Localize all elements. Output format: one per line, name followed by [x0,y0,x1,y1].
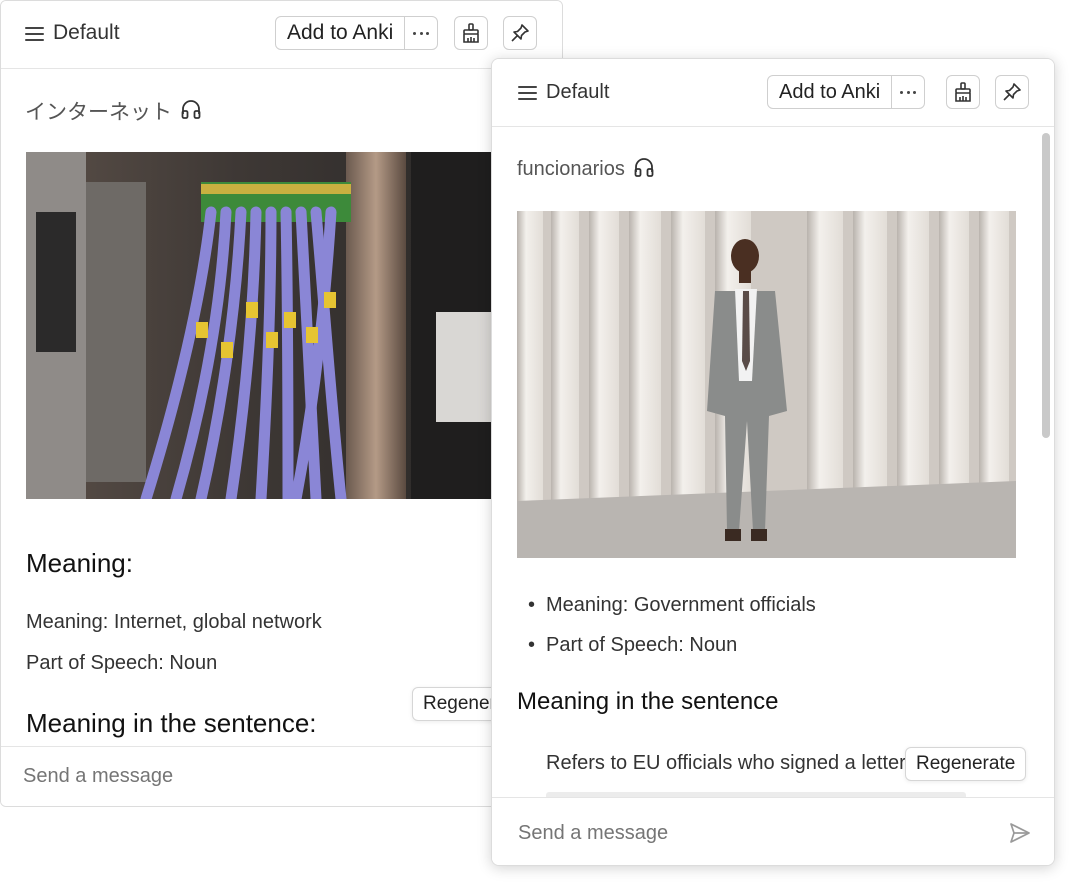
part-of-speech-line: Part of Speech: Noun [26,652,218,674]
front-popup-window: Default Add to Anki funcionarios • Meani… [491,58,1055,866]
clear-button[interactable] [454,16,488,50]
message-input[interactable] [23,765,423,788]
popup-header: Default Add to Anki [492,59,1054,127]
deck-label: Default [53,21,120,44]
send-icon [1010,823,1030,843]
deck-selector[interactable]: Default [518,78,609,106]
bullet-meaning: Meaning: Government officials [528,594,816,617]
pin-button[interactable] [995,75,1029,109]
headphones-icon [181,99,201,119]
pronounce-button[interactable] [180,98,202,125]
message-bar [1,746,562,806]
deck-selector[interactable]: Default [25,19,120,47]
popup-header: Default Add to Anki [1,1,562,69]
clear-button[interactable] [946,75,980,109]
send-button[interactable] [1008,821,1032,850]
content-scrollbar[interactable] [1042,133,1050,438]
add-to-anki-button[interactable]: Add to Anki [276,17,406,49]
sentence-heading: Meaning in the sentence: [26,708,317,738]
add-to-anki-button[interactable]: Add to Anki [768,76,893,108]
word-image-businessman [517,211,1016,558]
broom-icon [955,82,971,102]
headphones-icon [634,158,654,177]
broom-icon [463,23,479,43]
meaning-heading: Meaning: [26,548,133,578]
popup-content: funcionarios • Meaning: Government offic… [492,128,1054,797]
bullet-part-of-speech: Part of Speech: Noun [528,634,737,657]
sentence-heading: Meaning in the sentence [517,688,779,715]
regenerate-button[interactable]: Regenerate [905,747,1027,781]
word-text: funcionarios [517,158,625,180]
bullet-sentence-meaning: Refers to EU officials who signed a lett… [546,752,906,775]
add-to-anki-group: Add to Anki [767,75,926,109]
more-options-button[interactable] [405,17,437,49]
word-row: funcionarios [517,156,655,183]
pin-icon [511,24,529,42]
more-options-button[interactable] [892,76,924,108]
meaning-line: Meaning: Internet, global network [26,611,322,633]
pin-icon [1003,83,1021,101]
message-bar [492,797,1054,865]
word-image-network-cables [26,152,496,499]
deck-label: Default [546,80,610,103]
popup-content: インターネット Meaning: Meaning: Internet, glob… [1,70,562,746]
back-popup-window: Default Add to Anki インターネット Meaning: Mea… [0,0,563,807]
add-to-anki-group: Add to Anki [275,16,439,50]
menu-icon [518,84,538,100]
word-row: インターネット [25,96,202,126]
pin-button[interactable] [503,16,537,50]
message-input[interactable] [518,822,918,845]
menu-icon [25,25,45,41]
pronounce-button[interactable] [633,156,655,183]
word-text: インターネット [25,101,172,124]
